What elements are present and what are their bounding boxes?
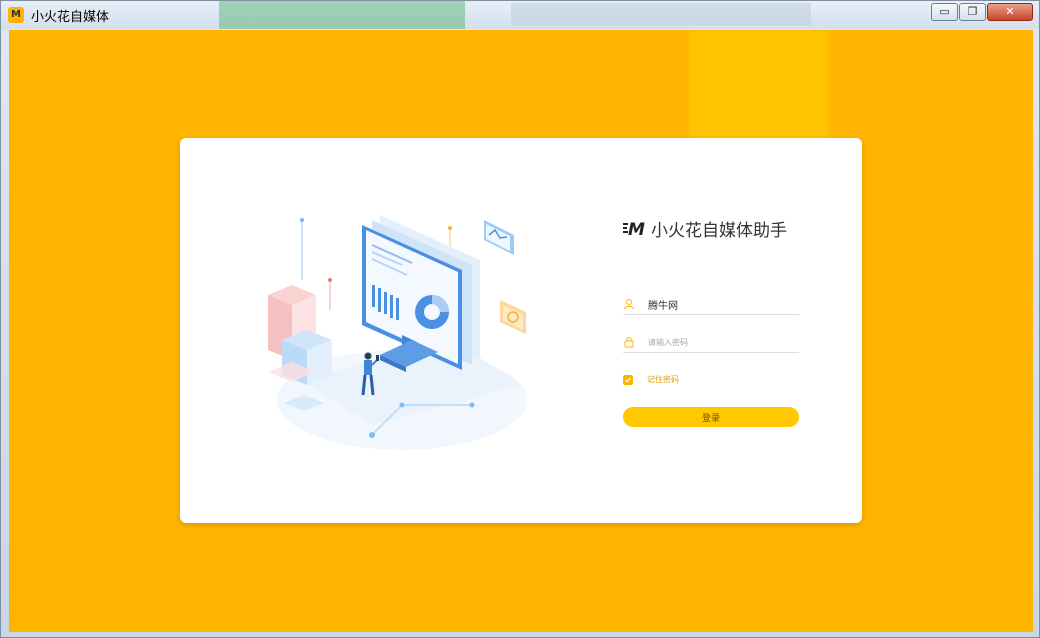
login-card: M 小火花自媒体助手 腾牛网 记住密码 登录: [180, 138, 862, 523]
window-title: 小火花自媒体: [31, 10, 110, 25]
background-window-ghost: [219, 1, 465, 29]
check-icon: [625, 377, 631, 383]
remember-label: 记住密码: [647, 375, 679, 384]
brand-name: 小火花自媒体助手: [651, 221, 787, 241]
user-icon: [624, 299, 634, 310]
maximize-icon: ❐: [967, 5, 978, 18]
brand-logo-letter: M: [628, 220, 645, 238]
lock-icon: [624, 337, 634, 348]
close-button[interactable]: ✕: [987, 3, 1033, 21]
client-area: M 小火花自媒体助手 腾牛网 记住密码 登录: [9, 30, 1033, 632]
app-logo-icon: M: [8, 7, 24, 23]
username-input[interactable]: [648, 296, 796, 312]
minimize-icon: ▭: [939, 5, 950, 18]
app-window: M 小火花自媒体 ▭ ❐ ✕ M 小火花自媒体助手 腾牛网 记住密码 登录: [0, 0, 1040, 638]
brand-logo-icon: M: [623, 220, 645, 238]
password-input[interactable]: [648, 334, 796, 350]
title-bar[interactable]: M 小火花自媒体 ▭ ❐ ✕: [1, 1, 1039, 29]
login-button[interactable]: 登录: [623, 407, 799, 427]
username-field[interactable]: [623, 296, 799, 315]
password-field[interactable]: [623, 334, 799, 353]
close-icon: ✕: [1005, 5, 1015, 18]
maximize-button[interactable]: ❐: [959, 3, 986, 21]
dashboard-illustration: [268, 215, 527, 450]
minimize-button[interactable]: ▭: [931, 3, 958, 21]
background-window-ghost: [511, 3, 811, 25]
remember-checkbox[interactable]: [623, 375, 633, 385]
